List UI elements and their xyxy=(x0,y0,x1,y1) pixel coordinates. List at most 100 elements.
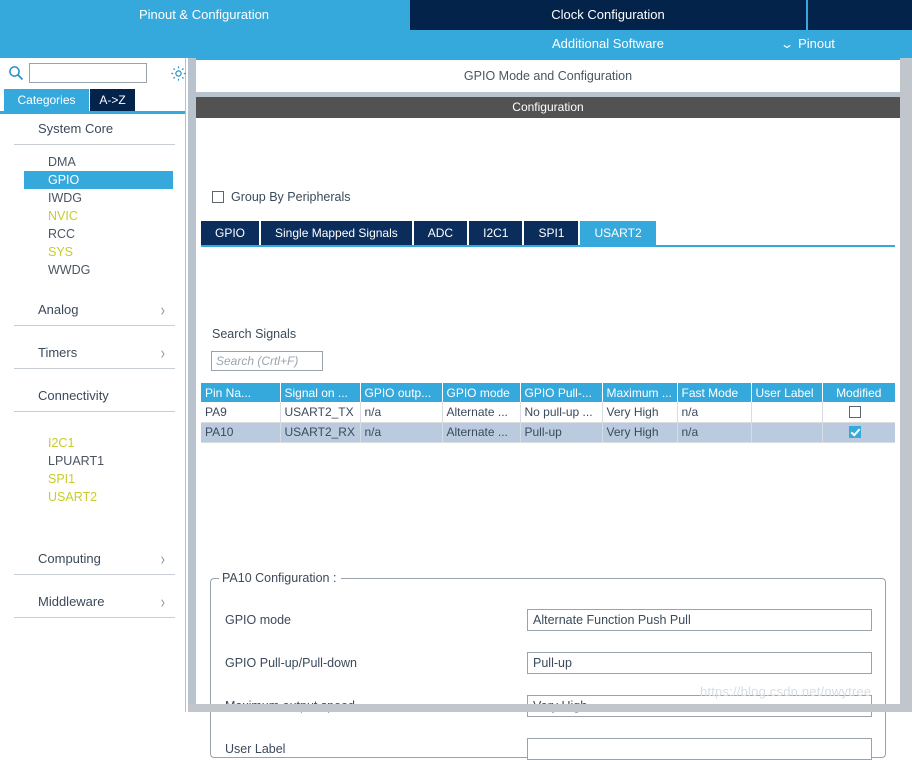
table-row[interactable]: PA9 USART2_TX n/a Alternate ... No pull-… xyxy=(201,402,895,423)
sidebar-item-dma[interactable]: DMA xyxy=(0,153,185,171)
col-fast-mode[interactable]: Fast Mode xyxy=(677,383,752,402)
cell-gpio-output: n/a xyxy=(360,402,443,423)
col-gpio-output[interactable]: GPIO outp... xyxy=(360,383,443,402)
stm32cubemx-window: Pinout & Configuration Clock Configurati… xyxy=(0,0,912,760)
col-gpio-pull[interactable]: GPIO Pull-... xyxy=(520,383,603,402)
modified-checkbox[interactable] xyxy=(849,426,862,438)
cell-maximum-speed: Very High xyxy=(602,422,678,443)
sidebar-group-connectivity[interactable]: Connectivity xyxy=(14,381,175,412)
chevron-right-icon: › xyxy=(160,548,165,569)
pinout-menu-label: Pinout xyxy=(798,36,835,51)
sidebar-search-input[interactable] xyxy=(29,63,147,83)
field-gpio-mode[interactable] xyxy=(527,609,872,631)
cell-gpio-mode: Alternate ... xyxy=(442,402,521,423)
cell-user-label xyxy=(751,402,823,423)
sidebar-search-row xyxy=(0,58,187,89)
tab-a-to-z[interactable]: A->Z xyxy=(90,89,135,111)
table-header-row: Pin Na... Signal on ... GPIO outp... GPI… xyxy=(201,383,895,402)
col-maximum-speed[interactable]: Maximum ... xyxy=(602,383,678,402)
sidebar-item-rcc[interactable]: RCC xyxy=(0,225,185,243)
cell-signal-on: USART2_TX xyxy=(280,402,361,423)
sidebar-group-middleware-label: Middleware xyxy=(38,594,105,609)
cell-gpio-pull: No pull-up ... xyxy=(520,402,603,423)
sidebar-item-iwdg[interactable]: IWDG xyxy=(0,189,185,207)
sidebar-item-usart2[interactable]: USART2 xyxy=(0,488,185,506)
cell-modified[interactable] xyxy=(822,402,895,423)
sidebar-group-timers[interactable]: Timers › xyxy=(14,338,175,369)
label-user-label: User Label xyxy=(225,742,286,756)
sidebar-group-computing-label: Computing xyxy=(38,551,101,566)
peripheral-tabs-underline xyxy=(201,245,895,247)
configuration-content: Group By Peripherals GPIO Single Mapped … xyxy=(196,118,900,760)
peripheral-tab-bar: GPIO Single Mapped Signals ADC I2C1 SPI1… xyxy=(201,221,656,245)
group-by-peripherals-label: Group By Peripherals xyxy=(231,190,351,204)
tab-additional-software[interactable]: Additional Software xyxy=(410,30,806,58)
tab-pinout-and-configuration[interactable]: Pinout & Configuration xyxy=(0,0,408,30)
sidebar-item-spi1[interactable]: SPI1 xyxy=(0,470,185,488)
pinout-menu-button[interactable]: ⌄ Pinout xyxy=(779,30,912,58)
col-pin-name[interactable]: Pin Na... xyxy=(201,383,281,402)
search-icon xyxy=(8,65,24,81)
col-signal-on[interactable]: Signal on ... xyxy=(280,383,361,402)
tab-a-to-z-label: A->Z xyxy=(99,93,126,107)
cell-pin-name: PA9 xyxy=(201,402,281,423)
tab-gpio[interactable]: GPIO xyxy=(201,221,262,245)
sidebar-group-timers-label: Timers xyxy=(38,345,78,360)
tab-i2c1[interactable]: I2C1 xyxy=(469,221,525,245)
gpio-configuration-panel: GPIO Mode and Configuration Configuratio… xyxy=(196,58,900,760)
group-by-peripherals-row[interactable]: Group By Peripherals xyxy=(212,190,351,208)
cell-modified[interactable] xyxy=(822,422,895,443)
signal-search-input[interactable] xyxy=(211,351,323,371)
tab-project-manager[interactable] xyxy=(808,0,912,30)
group-by-peripherals-checkbox[interactable] xyxy=(212,191,224,203)
sidebar-item-i2c1[interactable]: I2C1 xyxy=(0,434,185,452)
field-user-label[interactable] xyxy=(527,738,872,760)
tab-categories-label: Categories xyxy=(17,93,76,107)
field-gpio-pull-up-pull-down[interactable] xyxy=(527,652,872,674)
sidebar-item-nvic[interactable]: NVIC xyxy=(0,207,185,225)
sidebar-group-computing[interactable]: Computing › xyxy=(14,544,175,575)
sidebar-view-tabs: Categories A->Z xyxy=(0,89,185,114)
sidebar-group-system-core[interactable]: System Core xyxy=(14,114,175,145)
tab-clock-configuration-label: Clock Configuration xyxy=(551,7,665,22)
modified-checkbox[interactable] xyxy=(849,405,862,418)
search-signals-label: Search Signals xyxy=(212,327,297,341)
sidebar-category-list[interactable]: System Core DMA GPIO IWDG NVIC RCC SYS W… xyxy=(0,114,185,712)
tab-pinout-and-configuration-label: Pinout & Configuration xyxy=(138,7,270,22)
chevron-right-icon: › xyxy=(160,591,165,612)
col-user-label[interactable]: User Label xyxy=(751,383,823,402)
tab-clock-configuration[interactable]: Clock Configuration xyxy=(410,0,806,30)
sidebar-item-gpio[interactable]: GPIO xyxy=(24,171,173,189)
label-gpio-mode: GPIO mode xyxy=(225,613,291,627)
table-row[interactable]: PA10 USART2_RX n/a Alternate ... Pull-up… xyxy=(201,422,895,443)
tab-categories[interactable]: Categories xyxy=(4,89,89,111)
tab-adc[interactable]: ADC xyxy=(413,221,470,245)
cell-fast-mode: n/a xyxy=(677,402,752,423)
sidebar-item-wwdg[interactable]: WWDG xyxy=(0,261,185,279)
tab-usart2[interactable]: USART2 xyxy=(580,221,656,245)
label-gpio-pull-up-pull-down: GPIO Pull-up/Pull-down xyxy=(225,656,358,670)
pin-configuration-table: Pin Na... Signal on ... GPIO outp... GPI… xyxy=(201,383,895,443)
sidebar-group-analog-label: Analog xyxy=(38,302,79,317)
cell-gpio-pull: Pull-up xyxy=(520,422,603,443)
chevron-down-icon: ⌄ xyxy=(779,37,795,51)
top-navigation-bar: Pinout & Configuration Clock Configurati… xyxy=(0,0,912,58)
form-row-gpio-mode: GPIO mode xyxy=(211,609,887,631)
tab-additional-software-label: Additional Software xyxy=(551,36,664,51)
col-modified[interactable]: Modified xyxy=(822,383,895,402)
tab-spi1[interactable]: SPI1 xyxy=(524,221,581,245)
cell-fast-mode: n/a xyxy=(677,422,752,443)
main-content-panel: GPIO Mode and Configuration Configuratio… xyxy=(188,58,912,760)
col-gpio-mode[interactable]: GPIO mode xyxy=(442,383,521,402)
sidebar-group-middleware[interactable]: Middleware › xyxy=(14,587,175,618)
sidebar-item-sys[interactable]: SYS xyxy=(0,243,185,261)
gear-icon[interactable] xyxy=(170,65,187,82)
tab-single-mapped-signals[interactable]: Single Mapped Signals xyxy=(261,221,414,245)
sidebar-item-lpuart1[interactable]: LPUART1 xyxy=(0,452,185,470)
chevron-right-icon: › xyxy=(160,342,165,363)
sidebar-group-analog[interactable]: Analog › xyxy=(14,295,175,326)
sidebar-group-connectivity-label: Connectivity xyxy=(38,388,109,403)
sidebar-group-system-core-items: DMA GPIO IWDG NVIC RCC SYS WWDG xyxy=(0,145,185,283)
